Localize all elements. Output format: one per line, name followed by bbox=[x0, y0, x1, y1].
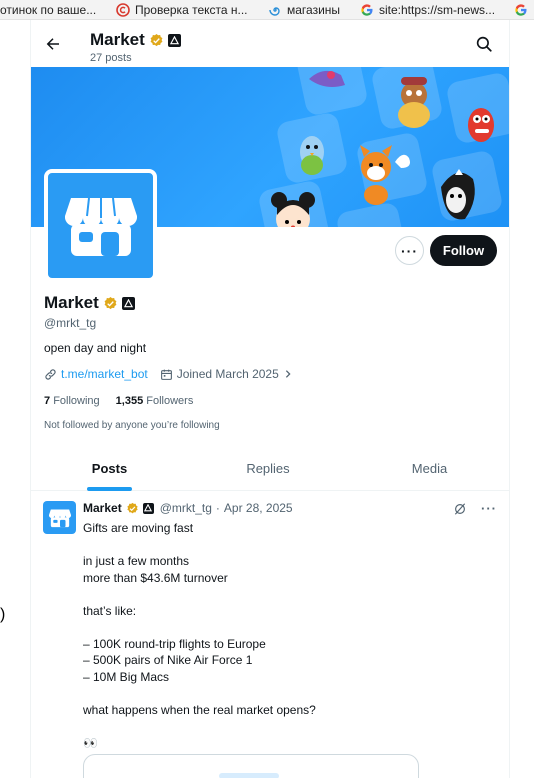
more-dots-icon: ··· bbox=[401, 242, 418, 259]
bookmark-item[interactable]: отинок по ваше... bbox=[0, 0, 96, 19]
post-line: in just a few months bbox=[83, 554, 190, 568]
profile-meta: t.me/market_bot Joined March 2025 bbox=[44, 367, 293, 381]
store-icon bbox=[64, 197, 137, 256]
grok-icon[interactable] bbox=[453, 502, 467, 516]
affiliate-logo-icon bbox=[167, 33, 181, 47]
header-title-text: Market bbox=[90, 30, 145, 49]
link-icon bbox=[45, 368, 56, 380]
following-label: Following bbox=[53, 395, 100, 407]
profile-header-bar: Market 27 posts bbox=[31, 20, 509, 67]
bookmark-item[interactable]: магазины bbox=[268, 0, 340, 19]
penguin-sticker-icon bbox=[300, 136, 324, 175]
post-line: Gifts are moving fast bbox=[83, 521, 194, 535]
post-author-name[interactable]: Market bbox=[83, 501, 122, 515]
cap-sticker-icon bbox=[309, 70, 345, 87]
store-icon bbox=[48, 508, 71, 527]
search-button[interactable] bbox=[475, 35, 493, 53]
post-line: – 100K round-trip flights to Europe bbox=[83, 636, 266, 651]
back-button[interactable] bbox=[41, 32, 65, 56]
bookmark-label: Проверка текста н... bbox=[135, 2, 248, 17]
bookmark-label: отинок по ваше... bbox=[0, 2, 97, 17]
google-icon bbox=[514, 3, 528, 17]
mask-sticker-icon bbox=[441, 169, 475, 220]
following-count: 7 bbox=[44, 395, 51, 407]
post-item[interactable]: Market @mrkt_tg · Apr 28, 2025 ··· Gifts… bbox=[31, 491, 509, 778]
post-more-button[interactable]: ··· bbox=[481, 501, 497, 516]
profile-name-text: Market bbox=[44, 293, 99, 312]
edge-glyph: ) bbox=[0, 606, 6, 623]
joined-date[interactable]: Joined March 2025 bbox=[177, 367, 279, 381]
followers-link[interactable]: 1,355 Followers bbox=[116, 395, 194, 407]
dog-sticker-icon bbox=[360, 145, 410, 205]
post-line: what happens when the real market opens? bbox=[83, 702, 316, 717]
post-line: – 500K pairs of Nike Air Force 1 bbox=[83, 653, 253, 667]
post-line bbox=[83, 619, 483, 636]
girl-sticker-icon bbox=[271, 192, 315, 227]
profile-avatar[interactable] bbox=[44, 169, 157, 282]
monkey-sticker-icon bbox=[398, 77, 430, 128]
bookmark-item[interactable]: site:https://sm-news... bbox=[360, 0, 495, 19]
profile-link[interactable]: t.me/market_bot bbox=[61, 367, 148, 381]
post-line bbox=[83, 586, 483, 603]
header-title: Market bbox=[90, 30, 181, 50]
bookmark-label: site:https://sm-news... bbox=[379, 2, 496, 17]
affiliate-logo-icon[interactable] bbox=[121, 296, 135, 310]
profile-tabs: Posts Replies Media bbox=[31, 445, 509, 491]
affiliate-logo-icon bbox=[142, 502, 154, 514]
post-avatar[interactable] bbox=[43, 501, 76, 534]
post-line: that’s like: bbox=[83, 603, 137, 618]
verified-badge-icon bbox=[104, 296, 117, 309]
bookmark-label: магазины bbox=[287, 2, 341, 17]
verified-badge-icon bbox=[150, 33, 163, 46]
followers-count: 1,355 bbox=[115, 395, 144, 407]
profile-name: Market bbox=[44, 293, 135, 313]
profile-handle: @mrkt_tg bbox=[44, 316, 97, 330]
google-icon bbox=[360, 3, 374, 17]
red-character-sticker-icon bbox=[468, 108, 494, 142]
more-options-button[interactable]: ··· bbox=[395, 236, 424, 265]
post-line bbox=[83, 718, 483, 735]
post-media-card[interactable] bbox=[83, 754, 419, 778]
post-text: Gifts are moving fast in just a few mont… bbox=[83, 520, 483, 751]
copyright-icon bbox=[116, 2, 130, 17]
bookmark-item[interactable] bbox=[514, 0, 528, 19]
followers-label: Followers bbox=[146, 395, 194, 407]
post-line bbox=[83, 537, 483, 554]
spiral-icon bbox=[268, 3, 282, 17]
post-author-handle[interactable]: @mrkt_tg bbox=[160, 501, 212, 515]
chevron-right-icon[interactable] bbox=[283, 369, 293, 379]
post-header: Market @mrkt_tg · Apr 28, 2025 bbox=[83, 501, 293, 515]
post-line: more than $43.6M turnover bbox=[83, 570, 228, 585]
post-separator: · bbox=[215, 501, 220, 515]
post-date[interactable]: Apr 28, 2025 bbox=[224, 501, 293, 515]
verified-badge-icon bbox=[127, 502, 138, 513]
tab-replies[interactable]: Replies bbox=[188, 445, 348, 491]
bookmark-item[interactable]: Проверка текста н... bbox=[116, 0, 248, 19]
not-followed-note: Not followed by anyone you’re following bbox=[44, 420, 220, 431]
follow-button[interactable]: Follow bbox=[430, 235, 497, 266]
arrow-left-icon bbox=[46, 38, 59, 50]
tab-media[interactable]: Media bbox=[348, 445, 509, 491]
profile-bio: open day and night bbox=[44, 341, 147, 355]
card-preview-strip bbox=[219, 773, 279, 778]
post-line: 👀 bbox=[83, 735, 98, 750]
calendar-icon bbox=[160, 369, 172, 380]
follow-stats: 7 Following 1,355 Followers bbox=[44, 395, 193, 407]
post-actions: ··· bbox=[453, 501, 497, 516]
profile-column: Market 27 posts ··· Follow Market @mrkt_… bbox=[30, 20, 510, 778]
post-line: – 10M Big Macs bbox=[83, 669, 170, 684]
bookmarks-bar: отинок по ваше... Проверка текста н... м… bbox=[0, 0, 534, 20]
post-line bbox=[83, 685, 483, 702]
posts-count: 27 posts bbox=[90, 52, 132, 64]
following-link[interactable]: 7 Following bbox=[44, 395, 100, 407]
search-icon bbox=[476, 36, 492, 52]
tab-posts[interactable]: Posts bbox=[31, 445, 188, 491]
